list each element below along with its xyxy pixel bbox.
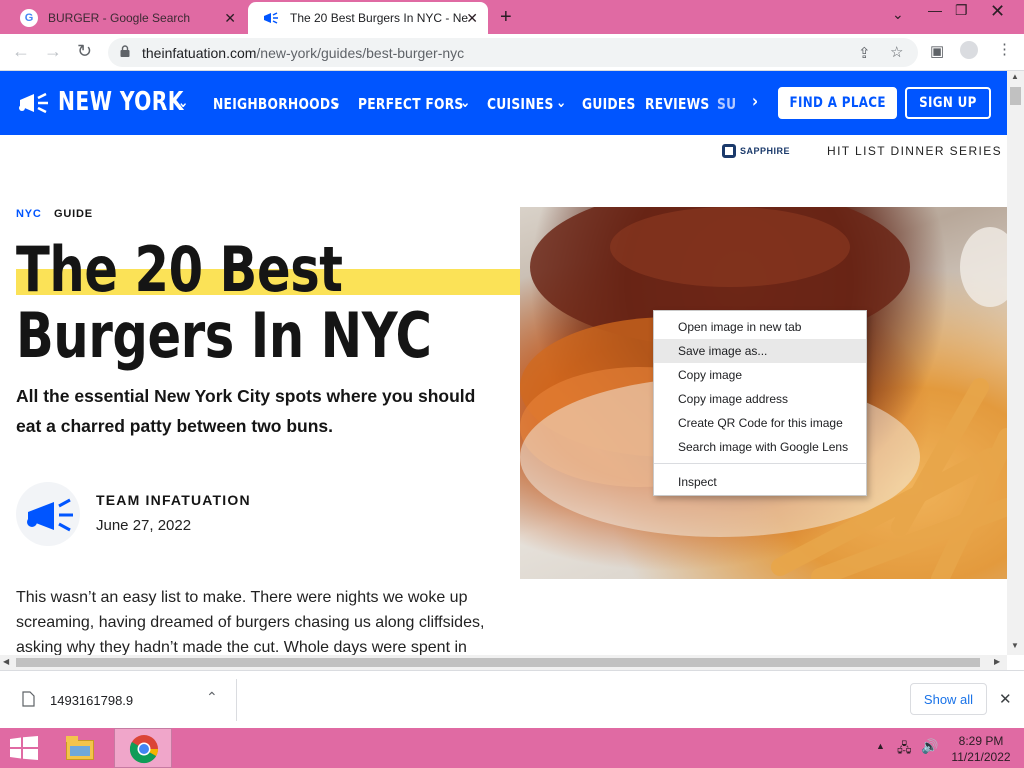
side-panel-icon[interactable]: ▣ bbox=[930, 42, 944, 60]
site-header: NEW YORK ⌄ NEIGHBORHOODS ⌄ PERFECT FORS … bbox=[0, 71, 1007, 135]
avatar[interactable] bbox=[16, 482, 80, 546]
share-icon[interactable]: ⇪ bbox=[858, 44, 871, 62]
page-title: The 20 Best Burgers In NYC bbox=[16, 233, 432, 372]
tab-strip: G BURGER - Google Search ✕ The 20 Best B… bbox=[0, 0, 1024, 34]
tray-overflow-icon[interactable]: ▲ bbox=[876, 741, 885, 751]
tab-title: The 20 Best Burgers In NYC - Ne bbox=[290, 11, 469, 25]
file-icon bbox=[22, 691, 35, 707]
google-icon: G bbox=[20, 9, 38, 27]
horizontal-scroll-thumb[interactable] bbox=[16, 658, 980, 667]
browser-toolbar: ← → ↻ theinfatuation.com/new-york/guides… bbox=[0, 34, 1024, 71]
chrome-icon bbox=[129, 735, 158, 764]
tag-type[interactable]: GUIDE bbox=[54, 208, 93, 220]
close-window-icon[interactable]: ✕ bbox=[990, 1, 1005, 22]
windows-start-icon[interactable] bbox=[10, 736, 38, 760]
article-body: This wasn’t an easy list to make. There … bbox=[16, 589, 485, 655]
sponsor-logo[interactable]: SAPPHIRE bbox=[722, 144, 790, 158]
chevron-right-icon[interactable]: › bbox=[752, 91, 758, 112]
forward-icon[interactable]: → bbox=[44, 41, 62, 62]
restore-icon[interactable]: ❐ bbox=[955, 2, 968, 19]
menu-create-qr-code[interactable]: Create QR Code for this image bbox=[654, 411, 866, 435]
nav-perfect-fors[interactable]: PERFECT FORS bbox=[358, 95, 464, 113]
back-icon[interactable]: ← bbox=[12, 41, 30, 62]
file-explorer-icon[interactable] bbox=[64, 734, 96, 762]
chevron-up-icon[interactable]: ⌃ bbox=[206, 689, 218, 706]
menu-copy-image-address[interactable]: Copy image address bbox=[654, 387, 866, 411]
menu-separator bbox=[654, 463, 866, 464]
menu-kebab-icon[interactable]: ⋮ bbox=[997, 40, 1012, 58]
tab-title: BURGER - Google Search bbox=[48, 11, 191, 25]
address-bar[interactable]: theinfatuation.com/new-york/guides/best-… bbox=[108, 38, 918, 67]
context-menu: Open image in new tab Save image as... C… bbox=[653, 310, 867, 496]
hit-list-link[interactable]: HIT LIST DINNER SERIES bbox=[827, 144, 1002, 158]
menu-save-image-as[interactable]: Save image as... bbox=[654, 339, 866, 363]
chevron-down-icon[interactable]: ⌄ bbox=[178, 93, 189, 111]
system-clock[interactable]: 8:29 PM 11/21/2022 bbox=[946, 733, 1016, 765]
show-all-button[interactable]: Show all bbox=[910, 683, 987, 715]
sign-up-button[interactable]: SIGN UP bbox=[905, 87, 991, 119]
nav-neighborhoods[interactable]: NEIGHBORHOODS bbox=[213, 95, 339, 113]
lock-icon bbox=[120, 45, 130, 57]
infatuation-megaphone-icon bbox=[27, 498, 73, 532]
nav-cuisines[interactable]: CUISINES bbox=[487, 95, 554, 113]
nav-guides[interactable]: GUIDES bbox=[582, 95, 636, 113]
city-selector[interactable]: NEW YORK bbox=[58, 87, 184, 117]
publish-date: June 27, 2022 bbox=[96, 517, 192, 534]
vertical-scrollbar[interactable]: ▲ ▼ bbox=[1007, 71, 1024, 655]
page-subtitle: All the essential New York City spots wh… bbox=[16, 386, 476, 436]
find-a-place-button[interactable]: FIND A PLACE bbox=[778, 87, 897, 119]
close-icon[interactable]: ✕ bbox=[999, 690, 1012, 708]
scroll-up-arrow-icon[interactable]: ▲ bbox=[1011, 72, 1019, 81]
close-icon[interactable]: ✕ bbox=[224, 10, 236, 27]
scroll-right-arrow-icon[interactable]: ▶ bbox=[994, 657, 1000, 666]
chevron-down-icon[interactable]: ⌄ bbox=[331, 93, 342, 111]
nav-reviews[interactable]: REVIEWS bbox=[645, 95, 710, 113]
sapphire-logo-icon bbox=[722, 144, 736, 158]
menu-search-google-lens[interactable]: Search image with Google Lens bbox=[654, 435, 866, 459]
nav-more-truncated[interactable]: SU bbox=[717, 95, 736, 113]
vertical-scroll-thumb[interactable] bbox=[1010, 87, 1021, 105]
menu-copy-image[interactable]: Copy image bbox=[654, 363, 866, 387]
scroll-left-arrow-icon[interactable]: ◀ bbox=[3, 657, 9, 666]
close-icon[interactable]: ✕ bbox=[466, 10, 478, 27]
scroll-down-arrow-icon[interactable]: ▼ bbox=[1011, 641, 1019, 650]
chevron-down-icon[interactable]: ⌄ bbox=[892, 6, 904, 23]
menu-inspect[interactable]: Inspect bbox=[654, 470, 866, 494]
download-bar: 1493161798.9 ⌃ Show all ✕ bbox=[0, 670, 1024, 728]
divider bbox=[236, 679, 237, 721]
tag-city[interactable]: NYC bbox=[16, 208, 42, 220]
tab-active-article[interactable]: The 20 Best Burgers In NYC - Ne ✕ bbox=[248, 2, 488, 34]
download-file-name[interactable]: 1493161798.9 bbox=[50, 693, 133, 708]
chevron-down-icon[interactable]: ⌄ bbox=[556, 93, 567, 111]
windows-taskbar: ▲ 🖧 🔊 8:29 PM 11/21/2022 bbox=[0, 728, 1024, 768]
profile-avatar-icon[interactable] bbox=[960, 41, 978, 59]
horizontal-scrollbar[interactable]: ◀ ▶ bbox=[0, 655, 1007, 670]
url-text: theinfatuation.com/new-york/guides/best-… bbox=[142, 45, 465, 61]
infatuation-megaphone-icon[interactable] bbox=[16, 91, 52, 115]
bookmark-star-icon[interactable]: ☆ bbox=[890, 43, 903, 61]
chevron-down-icon[interactable]: ⌄ bbox=[460, 93, 471, 111]
minimize-icon[interactable]: — bbox=[928, 2, 942, 18]
infatuation-megaphone-icon bbox=[262, 9, 280, 27]
reload-icon[interactable]: ↻ bbox=[77, 41, 92, 62]
chrome-taskbar-button[interactable] bbox=[114, 728, 172, 768]
network-icon[interactable]: 🖧 bbox=[897, 739, 912, 761]
author-name[interactable]: TEAM INFATUATION bbox=[96, 492, 251, 508]
new-tab-icon[interactable]: + bbox=[500, 6, 512, 29]
volume-icon[interactable]: 🔊 bbox=[921, 738, 938, 755]
menu-open-image-new-tab[interactable]: Open image in new tab bbox=[654, 315, 866, 339]
tab-google-search[interactable]: G BURGER - Google Search ✕ bbox=[6, 2, 246, 34]
